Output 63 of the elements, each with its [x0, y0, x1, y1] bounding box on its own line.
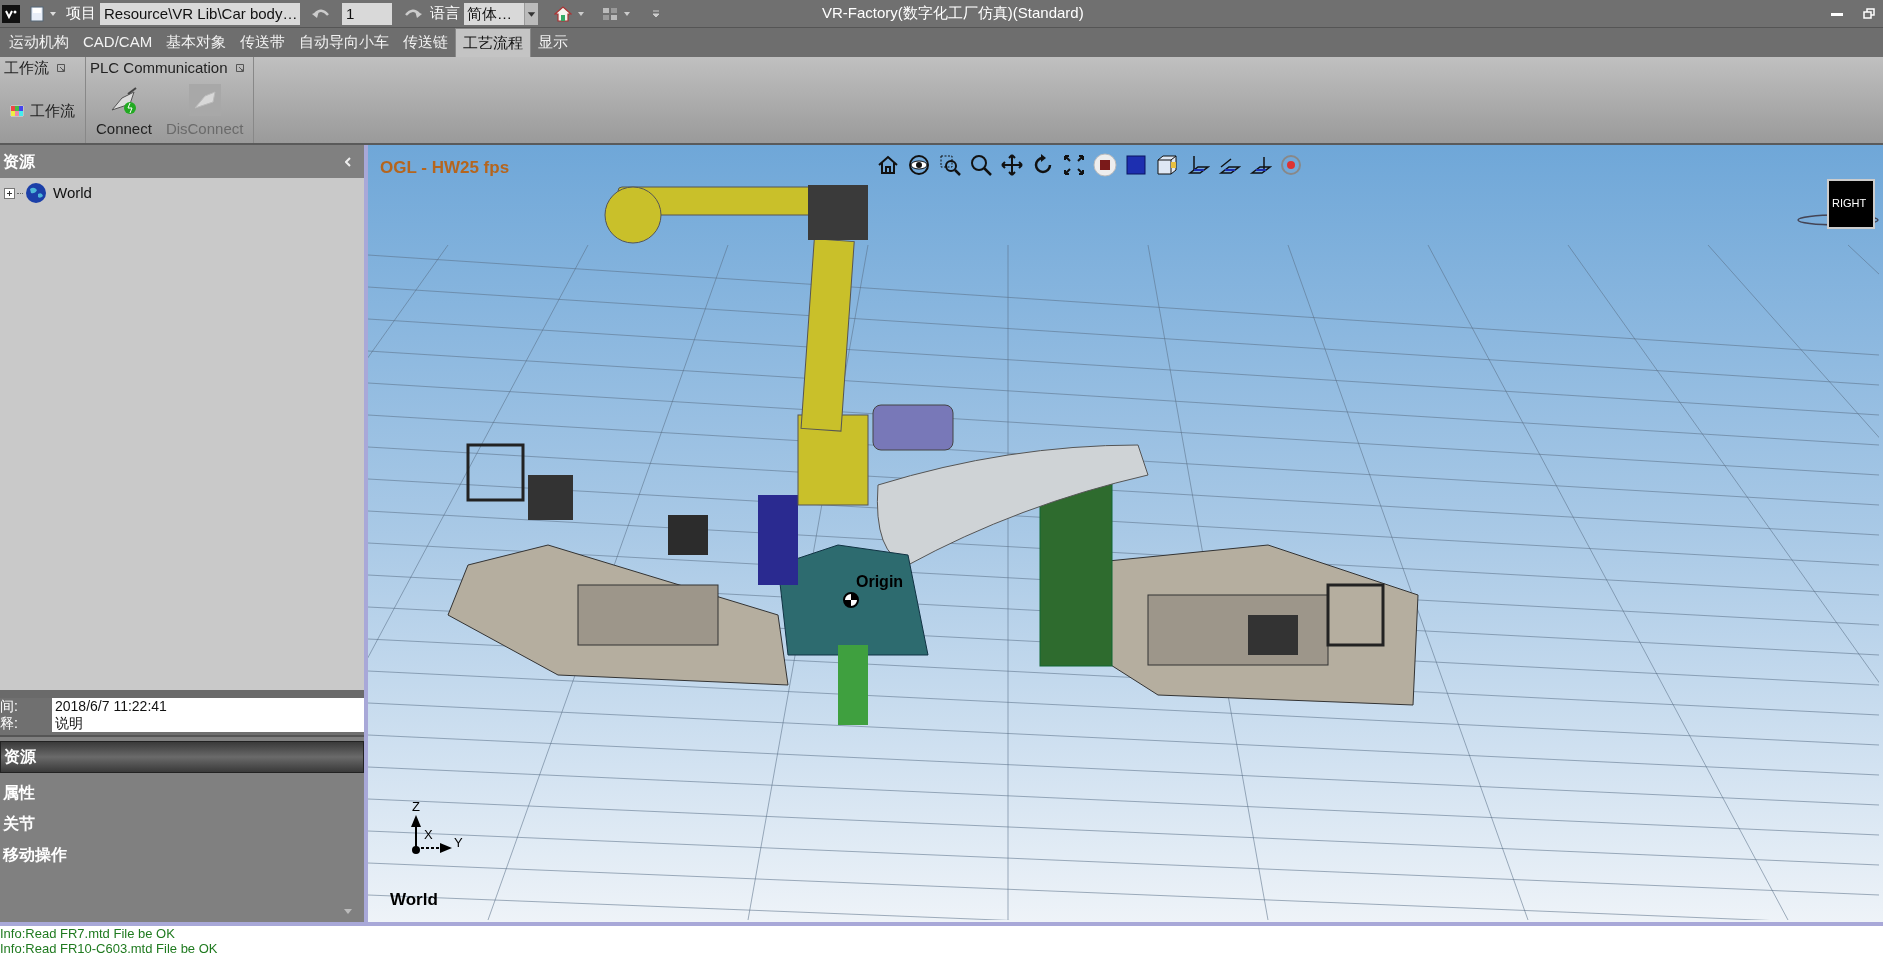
step-field[interactable]: 1: [342, 2, 392, 25]
ribbon-tab[interactable]: CAD/CAM: [76, 28, 160, 57]
plc-button[interactable]: Connect: [96, 81, 152, 141]
frame-label: World: [390, 889, 438, 911]
collapse-icon[interactable]: [345, 156, 351, 167]
project-label: 项目: [66, 3, 96, 24]
ribbon-tab[interactable]: 基本对象: [159, 28, 234, 57]
move-icon[interactable]: [1000, 153, 1024, 177]
ribbon-tab[interactable]: 传送链: [396, 28, 456, 57]
ribbon-tab[interactable]: 传送带: [233, 28, 293, 57]
stop-icon[interactable]: [1093, 153, 1117, 177]
nav-section[interactable]: 资源: [0, 741, 364, 773]
view-cube-icon[interactable]: [1797, 179, 1879, 229]
solid-cube-icon[interactable]: [1124, 153, 1148, 177]
ribbon-tab[interactable]: 工艺流程: [455, 28, 532, 57]
property-label: 释:: [0, 715, 19, 732]
globe-icon: [25, 182, 47, 205]
ribbon-tab[interactable]: 显示: [531, 28, 576, 57]
group-title: 工作流: [4, 57, 49, 78]
expand-toggle-icon[interactable]: [4, 187, 15, 199]
tree-item[interactable]: World: [53, 182, 92, 205]
customize-icon[interactable]: [652, 9, 660, 18]
fps-label: OGL - HW25 fps: [380, 157, 510, 179]
home-icon[interactable]: [876, 153, 900, 177]
plane-icon[interactable]: [1186, 153, 1210, 177]
ribbon-tab[interactable]: 运动机构: [2, 28, 76, 57]
minimize-icon[interactable]: [1831, 13, 1843, 17]
search-icon[interactable]: [969, 153, 993, 177]
eye-icon[interactable]: [907, 153, 931, 177]
caret-icon[interactable]: [50, 11, 56, 16]
language-label: 语言: [430, 3, 460, 24]
3d-viewport[interactable]: OGL - HW25 fps Origin RIGHT Z X Y World: [368, 145, 1883, 922]
dialog-launcher-icon[interactable]: [235, 64, 244, 72]
property-field[interactable]: 2018/6/7 11:22:41: [52, 698, 364, 715]
dialog-launcher-icon[interactable]: [57, 64, 65, 72]
property-field[interactable]: 说明: [52, 715, 364, 732]
ribbon-tab[interactable]: 自动导向小车: [292, 28, 397, 57]
axis-label: X: [424, 826, 433, 844]
caret-icon[interactable]: [578, 11, 584, 16]
origin-label: Origin: [856, 572, 904, 592]
fit-view-icon[interactable]: [1062, 153, 1086, 177]
axis-label: Z: [412, 798, 420, 816]
box-view-icon[interactable]: [1155, 153, 1179, 177]
layout-icon[interactable]: [602, 6, 618, 21]
restore-icon[interactable]: [1863, 8, 1875, 19]
caret-icon[interactable]: [624, 11, 630, 16]
window-title: VR-Factory(数字化工厂仿真)(Standard): [822, 3, 1084, 23]
language-combo[interactable]: 简体…: [464, 2, 538, 25]
zoom-window-icon[interactable]: [938, 153, 962, 177]
world-axes-icon: [411, 815, 452, 854]
project-combo[interactable]: Resource\VR Lib\Car body…: [100, 2, 300, 25]
log-line: Info:Read FR10-C603.mtd File be OK: [0, 941, 219, 956]
axis-label: Y: [454, 834, 463, 852]
workflow-button[interactable]: 工作流: [10, 99, 75, 123]
view-cube-label: RIGHT: [1832, 196, 1867, 211]
home-icon[interactable]: [554, 5, 572, 22]
log-line: Info:Read FR7.mtd File be OK: [0, 926, 176, 941]
property-label: 间:: [0, 698, 19, 715]
app-logo-icon[interactable]: [2, 4, 20, 23]
group-title: PLC Communication: [90, 57, 228, 78]
save-icon[interactable]: [30, 5, 44, 22]
panel-title: 资源: [3, 151, 35, 172]
palette-icon: [10, 105, 24, 117]
